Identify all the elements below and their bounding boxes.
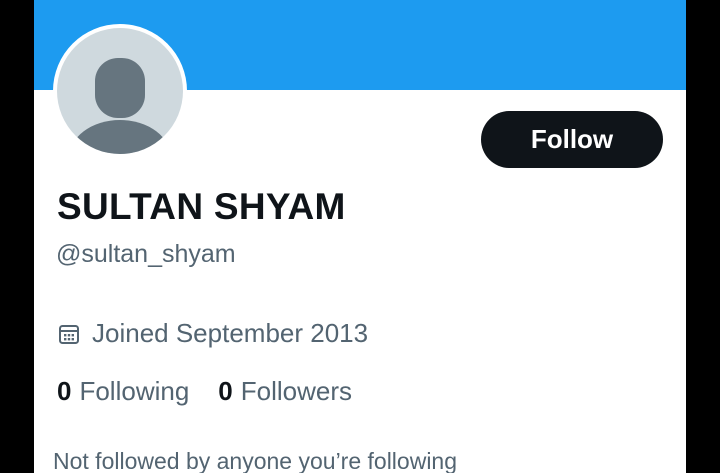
default-avatar-icon — [57, 28, 183, 154]
avatar[interactable] — [53, 24, 187, 158]
following-label: Following — [79, 376, 190, 406]
followers-count: 0 — [218, 376, 233, 406]
profile-handle: @sultan_shyam — [56, 240, 236, 268]
followers-link[interactable]: 0 Followers — [218, 376, 352, 407]
profile-stats: 0 Following 0 Followers — [57, 376, 352, 407]
follow-button[interactable]: Follow — [481, 111, 663, 168]
joined-text: Joined September 2013 — [92, 318, 369, 348]
joined-date: Joined September 2013 — [58, 318, 368, 349]
profile-card: Follow SULTAN SHYAM @sultan_shyam Joined… — [34, 0, 686, 473]
following-count: 0 — [57, 376, 72, 406]
followers-label: Followers — [240, 376, 353, 406]
not-followed-notice: Not followed by anyone you’re following — [53, 448, 458, 473]
following-link[interactable]: 0 Following — [57, 376, 189, 407]
profile-display-name: SULTAN SHYAM — [57, 186, 346, 227]
calendar-icon — [58, 323, 80, 345]
